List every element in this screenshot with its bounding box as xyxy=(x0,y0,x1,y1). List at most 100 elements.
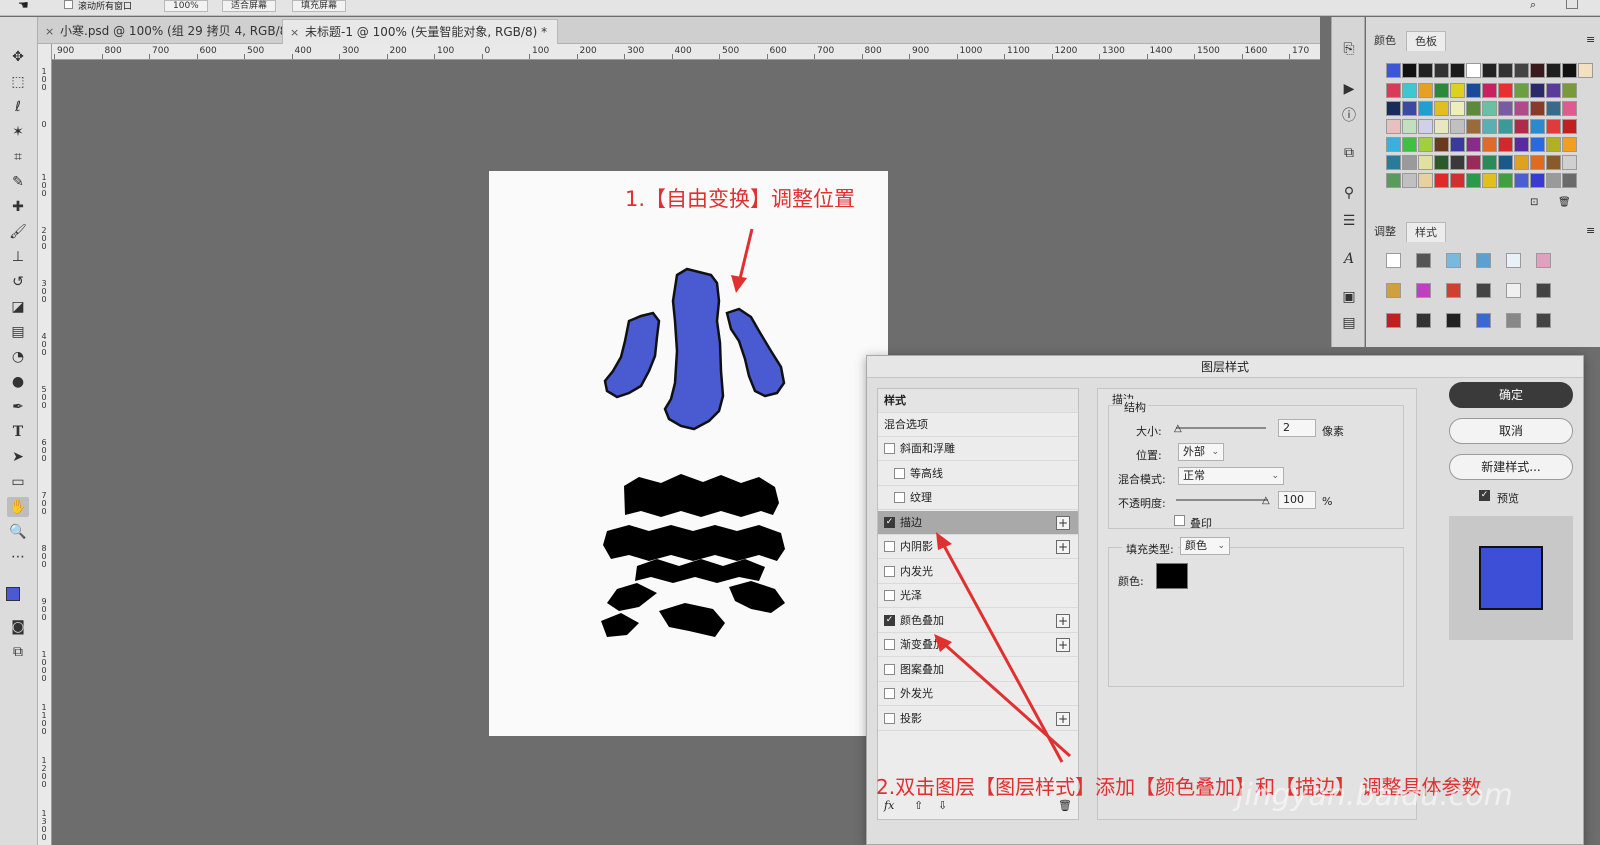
color-swatch[interactable] xyxy=(1434,63,1449,78)
crop-tool-icon[interactable]: ⌗ xyxy=(7,147,29,167)
color-swatch[interactable] xyxy=(1530,155,1545,170)
magic-wand-tool-icon[interactable]: ✶ xyxy=(7,122,29,142)
notes-icon[interactable]: ▤ xyxy=(1339,313,1359,333)
color-swatch[interactable] xyxy=(1546,155,1561,170)
add-effect-button[interactable]: + xyxy=(1056,515,1070,530)
dodge-tool-icon[interactable]: ● xyxy=(7,372,29,392)
style-item-checkbox[interactable] xyxy=(884,639,895,650)
opacity-slider-thumb[interactable]: △ xyxy=(1262,495,1270,506)
color-swatch[interactable] xyxy=(1418,137,1433,152)
more-tools-icon[interactable]: ⋯ xyxy=(7,547,29,567)
style-preset[interactable] xyxy=(1446,283,1461,298)
color-swatch[interactable] xyxy=(1450,119,1465,134)
style-preset[interactable] xyxy=(1476,313,1491,328)
scroll-all-checkbox[interactable] xyxy=(64,0,73,9)
color-swatch[interactable] xyxy=(1482,173,1497,188)
tab-document-2[interactable]: × 未标题-1 @ 100% (矢量智能对象, RGB/8) * xyxy=(282,19,559,44)
color-swatch[interactable] xyxy=(1434,155,1449,170)
style-item-checkbox[interactable]: ✓ xyxy=(884,614,895,626)
healing-brush-tool-icon[interactable]: ✚ xyxy=(7,197,29,217)
color-swatch[interactable] xyxy=(1418,119,1433,134)
move-up-icon[interactable]: ⇧ xyxy=(914,799,923,812)
new-swatch-icon[interactable]: ⊡ xyxy=(1530,197,1538,208)
color-swatch[interactable] xyxy=(1530,63,1545,78)
color-swatch[interactable] xyxy=(1402,83,1417,98)
clone-source-icon[interactable]: ⧉ xyxy=(1339,143,1359,163)
fill-type-select[interactable]: 颜色 ⌄ xyxy=(1180,537,1230,555)
color-swatch[interactable] xyxy=(1466,83,1481,98)
color-swatch[interactable] xyxy=(1386,83,1401,98)
color-swatch[interactable] xyxy=(1482,155,1497,170)
pen-tool-icon[interactable]: ✒ xyxy=(7,397,29,417)
eraser-tool-icon[interactable]: ◪ xyxy=(7,297,29,317)
style-item-checkbox[interactable] xyxy=(884,663,895,675)
color-swatch[interactable] xyxy=(1450,155,1465,170)
trash-icon[interactable]: 🗑 xyxy=(1558,197,1571,208)
color-swatch[interactable] xyxy=(1450,63,1465,78)
style-item-checkbox[interactable] xyxy=(894,467,905,479)
style-preset[interactable] xyxy=(1416,313,1431,328)
opacity-slider-track[interactable] xyxy=(1176,499,1268,501)
color-swatch[interactable] xyxy=(1402,63,1417,78)
delete-effect-icon[interactable]: 🗑 xyxy=(1058,799,1072,812)
ok-button[interactable]: 确定 xyxy=(1449,382,1573,408)
color-swatch[interactable] xyxy=(1466,119,1481,134)
style-item-checkbox[interactable] xyxy=(884,688,895,699)
color-swatch[interactable] xyxy=(1546,83,1561,98)
new-style-button[interactable]: 新建样式... xyxy=(1449,454,1573,480)
color-swatch[interactable] xyxy=(1402,155,1417,170)
color-swatch[interactable] xyxy=(1402,137,1417,152)
color-swatch[interactable] xyxy=(1530,119,1545,134)
color-swatch[interactable] xyxy=(1514,173,1529,188)
stroke-color-swatch[interactable] xyxy=(1156,563,1188,589)
overprint-checkbox[interactable] xyxy=(1174,515,1185,526)
color-swatch[interactable] xyxy=(1498,173,1513,188)
color-swatch[interactable] xyxy=(1530,173,1545,188)
color-swatch[interactable] xyxy=(1434,101,1449,116)
size-slider-thumb[interactable]: △ xyxy=(1174,423,1182,434)
style-item[interactable]: 等高线 xyxy=(878,462,1078,486)
color-swatch[interactable] xyxy=(1514,63,1529,78)
brush-tool-icon[interactable]: 🖌 xyxy=(7,222,29,242)
opacity-input[interactable]: 100 xyxy=(1278,491,1316,509)
adjust-sliders-icon[interactable]: ☰ xyxy=(1339,211,1359,231)
color-swatch[interactable] xyxy=(1498,155,1513,170)
color-swatch[interactable] xyxy=(1578,63,1593,78)
panel-menu-icon[interactable]: ≡ xyxy=(1586,33,1595,46)
color-swatch[interactable] xyxy=(1402,101,1417,116)
quick-mask-icon[interactable]: ◙ xyxy=(7,617,29,637)
color-swatch[interactable] xyxy=(1546,173,1561,188)
style-preset[interactable] xyxy=(1386,283,1401,298)
color-swatch[interactable] xyxy=(1386,173,1401,188)
path-selection-tool-icon[interactable]: ➤ xyxy=(7,447,29,467)
brush-settings-icon[interactable]: ⚲ xyxy=(1339,183,1359,203)
tab-color[interactable]: 颜色 xyxy=(1366,31,1404,51)
style-item-checkbox[interactable] xyxy=(884,712,895,724)
fx-icon[interactable]: fx xyxy=(884,799,894,812)
rectangle-tool-icon[interactable]: ▭ xyxy=(7,472,29,492)
color-swatch[interactable] xyxy=(1562,119,1577,134)
color-swatch[interactable] xyxy=(1450,83,1465,98)
foreground-color-swatch[interactable] xyxy=(6,587,20,601)
screen-mode-icon[interactable]: ⧉ xyxy=(7,642,29,662)
tab-adjustments[interactable]: 调整 xyxy=(1366,222,1404,242)
style-preset[interactable] xyxy=(1536,253,1551,268)
move-tool-icon[interactable]: ✥ xyxy=(7,47,29,67)
paragraph-icon[interactable]: ▣ xyxy=(1339,287,1359,307)
tab-swatches[interactable]: 色板 xyxy=(1406,31,1446,51)
style-preset[interactable] xyxy=(1386,253,1401,268)
color-swatch[interactable] xyxy=(1514,101,1529,116)
move-down-icon[interactable]: ⇩ xyxy=(938,799,947,812)
size-input[interactable]: 2 xyxy=(1278,419,1316,437)
color-swatch[interactable] xyxy=(1466,63,1481,78)
color-swatch[interactable] xyxy=(1498,101,1513,116)
hand-tool-icon[interactable]: ☚ xyxy=(18,0,29,12)
info-icon[interactable]: ⓘ xyxy=(1339,105,1359,125)
color-swatch[interactable] xyxy=(1482,63,1497,78)
color-swatch[interactable] xyxy=(1418,173,1433,188)
zoom-tool-icon[interactable]: 🔍 xyxy=(7,522,29,542)
close-icon[interactable]: × xyxy=(45,19,54,44)
color-swatch[interactable] xyxy=(1386,63,1401,78)
color-swatch[interactable] xyxy=(1434,137,1449,152)
color-swatch[interactable] xyxy=(1466,137,1481,152)
